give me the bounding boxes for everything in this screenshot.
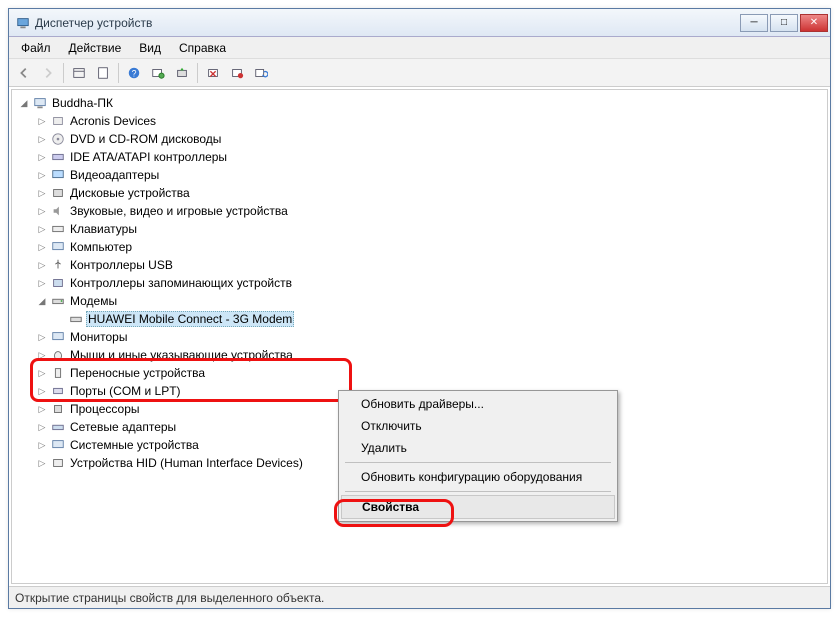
expand-icon[interactable]: ▷ [36,260,48,271]
tree-item-ide[interactable]: ▷IDE ATA/ATAPI контроллеры [36,148,827,166]
ctx-disable[interactable]: Отключить [341,415,615,437]
tree-root[interactable]: ◢ Buddha-ПК [18,94,827,112]
expand-icon[interactable]: ▷ [36,332,48,343]
show-hide-button[interactable] [68,62,90,84]
device-icon [50,113,66,129]
expand-icon[interactable]: ▷ [36,440,48,451]
toolbar-separator [63,63,64,83]
rescan-button[interactable] [250,62,272,84]
mouse-icon [50,347,66,363]
port-icon [50,383,66,399]
help-button[interactable]: ? [123,62,145,84]
tree-item-acronis[interactable]: ▷Acronis Devices [36,112,827,130]
app-icon [15,15,31,31]
menubar: Файл Действие Вид Справка [9,37,830,59]
statusbar: Открытие страницы свойств для выделенног… [9,586,830,608]
modem-icon [50,293,66,309]
disk-icon [50,185,66,201]
ctx-rescan[interactable]: Обновить конфигурацию оборудования [341,466,615,488]
maximize-button[interactable]: □ [770,14,798,32]
keyboard-icon [50,221,66,237]
storage-icon [50,275,66,291]
ctx-properties[interactable]: Свойства [341,495,615,519]
window-buttons: ─ □ ✕ [740,14,828,32]
tree-item-modems[interactable]: ◢Модемы [36,292,827,310]
titlebar: Диспетчер устройств ─ □ ✕ [9,9,830,37]
tree-item-sound[interactable]: ▷Звуковые, видео и игровые устройства [36,202,827,220]
cpu-icon [50,401,66,417]
disable-button[interactable] [226,62,248,84]
controller-icon [50,149,66,165]
status-text: Открытие страницы свойств для выделенног… [15,591,324,605]
forward-button[interactable] [37,62,59,84]
menu-help[interactable]: Справка [171,39,234,57]
properties-button[interactable] [92,62,114,84]
menu-action[interactable]: Действие [61,39,130,57]
toolbar: ? [9,59,830,87]
ctx-update-drivers[interactable]: Обновить драйверы... [341,393,615,415]
context-menu: Обновить драйверы... Отключить Удалить О… [338,390,618,522]
window-title: Диспетчер устройств [35,16,740,30]
usb-icon [50,257,66,273]
expand-icon[interactable]: ▷ [36,350,48,361]
tree-item-monitors[interactable]: ▷Мониторы [36,328,827,346]
tree-item-mice[interactable]: ▷Мыши и иные указывающие устройства [36,346,827,364]
ctx-separator [345,491,611,492]
menu-view[interactable]: Вид [131,39,169,57]
expand-icon[interactable]: ▷ [36,152,48,163]
toolbar-separator [197,63,198,83]
computer-icon [32,95,48,111]
expand-icon[interactable]: ▷ [36,116,48,127]
tree-item-portable[interactable]: ▷Переносные устройства [36,364,827,382]
update-driver-button[interactable] [171,62,193,84]
network-icon [50,419,66,435]
uninstall-button[interactable] [202,62,224,84]
tree-item-computer[interactable]: ▷Компьютер [36,238,827,256]
scan-button[interactable] [147,62,169,84]
expand-icon[interactable]: ▷ [36,224,48,235]
tree-item-keyboard[interactable]: ▷Клавиатуры [36,220,827,238]
minimize-button[interactable]: ─ [740,14,768,32]
tree-item-video[interactable]: ▷Видеоадаптеры [36,166,827,184]
expand-icon[interactable]: ▷ [36,134,48,145]
ctx-delete[interactable]: Удалить [341,437,615,459]
tree-item-dvd[interactable]: ▷DVD и CD-ROM дисководы [36,130,827,148]
menu-file[interactable]: Файл [13,39,59,57]
expand-icon[interactable]: ▷ [36,242,48,253]
monitor-icon [50,329,66,345]
svg-text:?: ? [132,68,137,78]
tree-item-huawei-modem[interactable]: HUAWEI Mobile Connect - 3G Modem [54,310,827,328]
tree-item-storage[interactable]: ▷Контроллеры запоминающих устройств [36,274,827,292]
expand-icon[interactable]: ▷ [36,206,48,217]
expand-icon[interactable]: ▷ [36,368,48,379]
expand-icon[interactable]: ▷ [36,422,48,433]
expand-icon[interactable]: ▷ [36,404,48,415]
back-button[interactable] [13,62,35,84]
disc-icon [50,131,66,147]
sound-icon [50,203,66,219]
collapse-icon[interactable]: ◢ [36,296,48,307]
expand-icon[interactable]: ▷ [36,458,48,469]
portable-icon [50,365,66,381]
ctx-separator [345,462,611,463]
modem-icon [68,311,84,327]
tree-item-usb[interactable]: ▷Контроллеры USB [36,256,827,274]
pc-icon [50,239,66,255]
expand-icon[interactable]: ▷ [36,386,48,397]
modems-children: HUAWEI Mobile Connect - 3G Modem [36,310,827,328]
toolbar-separator [118,63,119,83]
device-manager-window: Диспетчер устройств ─ □ ✕ Файл Действие … [8,8,831,609]
close-button[interactable]: ✕ [800,14,828,32]
system-icon [50,437,66,453]
expand-icon[interactable]: ▷ [36,170,48,181]
display-icon [50,167,66,183]
tree-root-label: Buddha-ПК [50,96,115,110]
tree-item-disk[interactable]: ▷Дисковые устройства [36,184,827,202]
hid-icon [50,455,66,471]
tree-panel: ◢ Buddha-ПК ▷Acronis Devices ▷DVD и CD-R… [11,89,828,584]
collapse-icon[interactable]: ◢ [18,98,30,109]
expand-icon[interactable]: ▷ [36,278,48,289]
expand-icon[interactable]: ▷ [36,188,48,199]
